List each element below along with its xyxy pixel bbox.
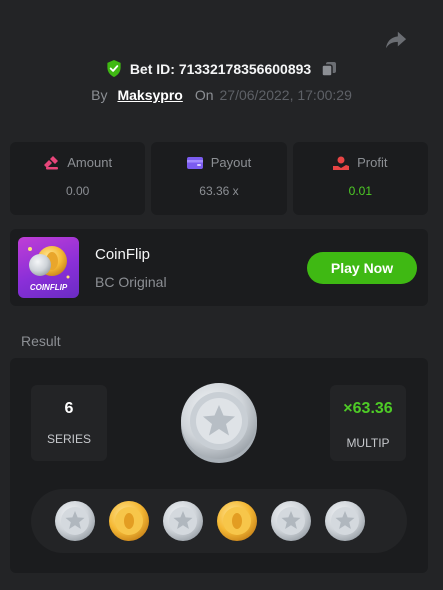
share-icon[interactable] [385,30,407,50]
profit-value: 0.01 [348,184,372,198]
bet-id-line: Bet ID: 71332178356600893 [0,60,443,77]
username-link[interactable]: Maksypro [117,87,182,103]
result-coin-icon [181,383,257,463]
game-name[interactable]: CoinFlip [95,246,150,263]
result-card: 6 SERIES ×63.36 MULTIP [10,358,428,573]
silver-coin-icon [163,501,203,541]
copy-icon[interactable] [321,61,337,77]
result-section-label: Result [21,333,61,349]
wallet-icon [186,156,203,169]
play-now-button[interactable]: Play Now [307,252,417,284]
stat-payout: Payout 63.36 x [151,142,287,215]
payout-value: 63.36 x [199,184,239,198]
series-caption: SERIES [46,432,91,446]
series-value: 6 [64,400,74,417]
game-subtitle: BC Original [95,274,167,290]
thumb-text: COINFLIP [29,283,68,292]
gold-coin-icon [217,501,257,541]
gold-coin-icon [109,501,149,541]
silver-coin-icon [325,501,365,541]
silver-coin-icon [55,501,95,541]
game-card: COINFLIP CoinFlip BC Original Play Now [10,229,428,306]
bet-id: Bet ID: 71332178356600893 [129,60,312,77]
silver-coin-icon [271,501,311,541]
shield-check-icon [107,60,121,77]
coin-sequence [31,489,407,553]
multiplier-box: ×63.36 MULTIP [330,385,406,461]
amount-label: Amount [67,155,113,170]
author-line: By Maksypro On 27/06/2022, 17:00:29 [0,87,443,103]
game-thumbnail[interactable]: COINFLIP [18,237,79,298]
on-label: On [194,87,214,103]
by-label: By [91,87,108,103]
multiplier-caption: MULTIP [346,436,390,450]
profit-label: Profit [357,155,388,170]
bet-datetime: 27/06/2022, 17:00:29 [219,87,352,103]
coins-icon [44,155,59,169]
stat-amount: Amount 0.00 [10,142,146,215]
series-box: 6 SERIES [31,385,107,461]
multiplier-value: ×63.36 [343,400,393,417]
stat-profit: Profit 0.01 [292,142,428,215]
profit-icon [333,156,350,170]
stats-row: Amount 0.00 Payout 63.36 x Profit 0.01 [10,142,428,215]
amount-value: 0.00 [65,184,90,198]
payout-label: Payout [210,155,252,170]
